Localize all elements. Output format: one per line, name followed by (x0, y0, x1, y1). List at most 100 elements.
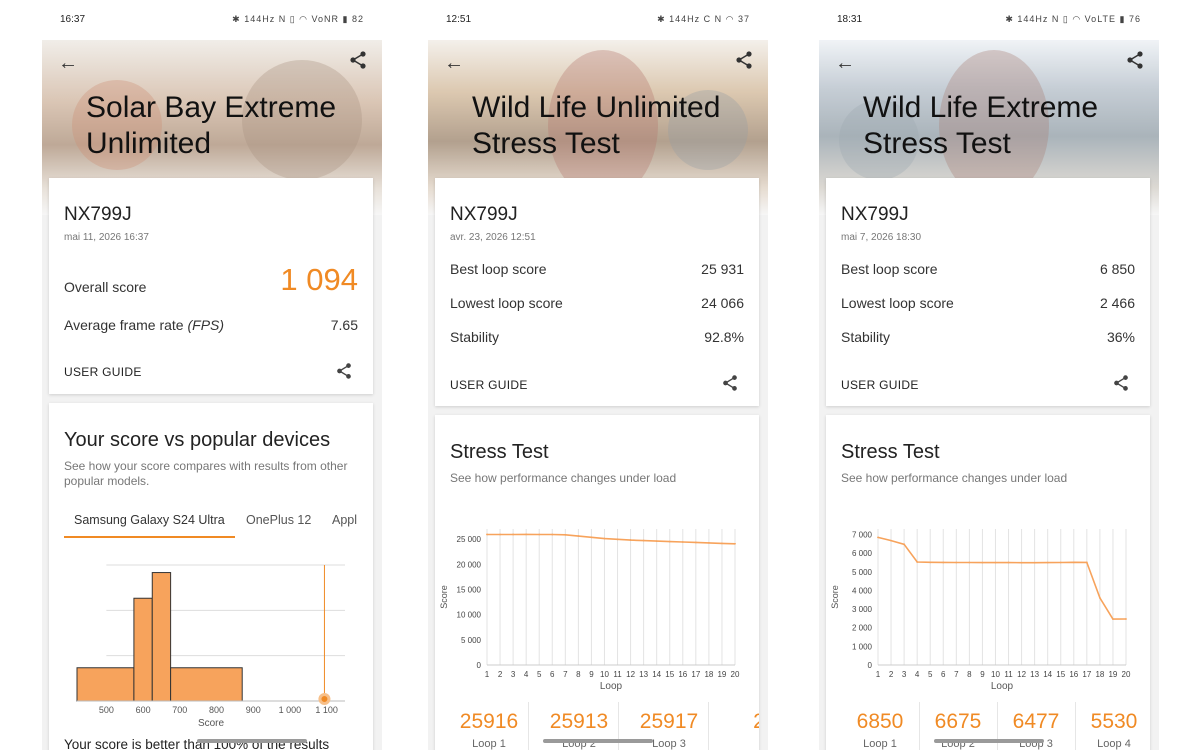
fps-label: Average frame rate (64, 317, 184, 333)
data-point (655, 540, 658, 542)
user-guide-link[interactable]: USER GUIDE (450, 378, 528, 392)
y-tick-label: 0 (868, 661, 873, 670)
benchmark-title: Wild Life Extreme Stress Test (863, 91, 1099, 160)
data-point (721, 542, 723, 545)
x-tick-label: 900 (246, 705, 261, 715)
data-point (929, 561, 932, 564)
comparison-title: Your score vs popular devices (64, 429, 331, 451)
y-tick-label: 5 000 (461, 636, 482, 645)
back-arrow-icon[interactable]: ← (835, 52, 855, 75)
x-tick-label: 7 (563, 670, 568, 679)
back-arrow-icon[interactable]: ← (444, 52, 464, 75)
fps-unit: (FPS) (187, 317, 225, 333)
score-series-line (877, 536, 1127, 620)
active-tab-indicator (64, 536, 235, 538)
share-icon[interactable] (1125, 50, 1145, 75)
y-tick-label: 0 (477, 661, 482, 670)
x-tick-label: 11 (1004, 670, 1013, 679)
data-point (616, 538, 619, 541)
x-tick-label: 12 (626, 670, 635, 679)
status-time: 18:31 (837, 14, 863, 25)
share-icon[interactable] (734, 50, 754, 75)
tab-oneplus-12[interactable]: OnePlus 12 (246, 513, 311, 527)
your-score-marker (318, 693, 331, 705)
x-tick-label: 5 (537, 670, 542, 679)
data-point (1059, 561, 1062, 564)
best-loop-label: Best loop score (841, 261, 938, 277)
x-axis-label: Loop (600, 681, 623, 692)
benchmark-title: Wild Life Unlimited Stress Test (472, 91, 721, 160)
result-card: NX799J avr. 23, 2026 12:51 Best loop sco… (435, 178, 759, 406)
data-point (1112, 618, 1114, 620)
user-guide-link[interactable]: USER GUIDE (64, 365, 142, 379)
y-tick-label: 25 000 (457, 535, 482, 544)
x-tick-label: 9 (980, 670, 985, 679)
stability-value: 92.8% (704, 329, 744, 345)
back-arrow-icon[interactable]: ← (58, 52, 78, 75)
data-point (955, 561, 958, 564)
stability-row: Stability 36% (841, 329, 1135, 345)
data-point (1046, 561, 1049, 564)
horizontal-scrollbar[interactable] (934, 739, 1044, 743)
lowest-loop-value: 2 466 (1099, 295, 1135, 311)
fps-row: Average frame rate (FPS) 7.65 (64, 317, 358, 333)
overall-score-value: 1 094 (280, 262, 358, 297)
loop-score: 5530 (1090, 710, 1138, 733)
loop-score: 25913 (549, 710, 609, 733)
device-name: NX799J (64, 204, 132, 225)
data-point (564, 533, 567, 536)
x-tick-label: 13 (1030, 670, 1039, 679)
x-tick-label: 19 (717, 670, 726, 679)
comparison-card: Your score vs popular devices See how yo… (49, 403, 373, 750)
horizontal-scrollbar[interactable] (197, 739, 307, 743)
lowest-loop-label: Lowest loop score (450, 295, 563, 311)
data-point (603, 537, 606, 540)
x-axis-label: Loop (991, 681, 1014, 692)
x-tick-label: 16 (678, 670, 687, 679)
user-guide-link[interactable]: USER GUIDE (841, 378, 919, 392)
data-point (981, 561, 984, 564)
data-point (1085, 561, 1088, 564)
data-point (668, 540, 671, 543)
x-tick-label: 13 (639, 670, 648, 679)
share-icon[interactable] (1112, 374, 1130, 397)
data-point (734, 542, 736, 545)
share-icon[interactable] (721, 374, 739, 397)
data-point (681, 541, 684, 543)
loop-score: 2 (720, 710, 759, 734)
phone-screen-wild-life-unlimited: 12:51 ✱ 144Hz C N ◠ 37 ← Wild Life Unlim… (428, 0, 768, 750)
y-tick-label: 6 000 (852, 549, 873, 558)
best-loop-row: Best loop score 6 850 (841, 261, 1135, 277)
tab-samsung-galaxy-s24-ultra[interactable]: Samsung Galaxy S24 Ultra (74, 513, 225, 527)
benchmark-title: Solar Bay Extreme Unlimited (86, 91, 337, 160)
loop-score-cell: 5530 Loop 4 (1075, 702, 1150, 750)
x-tick-label: 8 (576, 670, 581, 679)
x-tick-label: 19 (1108, 670, 1117, 679)
x-tick-label: 4 (915, 670, 920, 679)
stress-test-title: Stress Test (450, 441, 549, 463)
x-tick-label: 600 (136, 705, 151, 715)
data-point (525, 533, 528, 536)
y-tick-label: 15 000 (457, 585, 482, 594)
x-tick-label: 1 000 (279, 705, 302, 715)
x-tick-label: 15 (1056, 670, 1065, 679)
y-axis-label: Score (439, 585, 449, 609)
x-tick-label: 700 (172, 705, 187, 715)
x-tick-label: 3 (902, 670, 907, 679)
x-tick-label: 10 (991, 670, 1000, 679)
data-point (590, 536, 593, 539)
tab-apple[interactable]: Appl (332, 513, 357, 527)
data-point (942, 561, 945, 564)
y-tick-label: 4 000 (852, 586, 873, 595)
horizontal-scrollbar[interactable] (543, 739, 653, 743)
loop-score: 6675 (934, 710, 982, 733)
loop-score: 25917 (639, 710, 699, 733)
histogram-bar (133, 597, 153, 702)
data-point (1020, 561, 1023, 564)
data-point (1007, 561, 1010, 564)
data-point (1033, 561, 1036, 564)
stress-test-subtitle: See how performance changes under load (841, 471, 1068, 485)
share-icon[interactable] (335, 362, 353, 385)
stability-label: Stability (841, 329, 891, 345)
share-icon[interactable] (348, 50, 368, 75)
